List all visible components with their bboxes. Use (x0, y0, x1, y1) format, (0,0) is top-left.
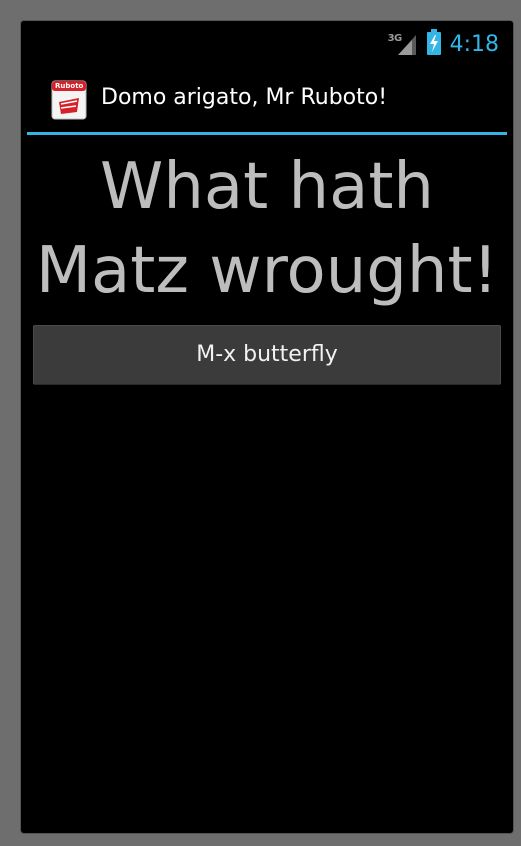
headline-text: What hath Matz wrought! (21, 145, 513, 313)
butterfly-button[interactable]: M-x butterfly (33, 325, 501, 385)
app-title: Domo arigato, Mr Ruboto! (101, 85, 388, 110)
app-icon-label: Ruboto (55, 82, 84, 90)
headline-line-2: Matz wrought! (35, 234, 499, 308)
action-bar: Ruboto Domo arigato, Mr Ruboto! (21, 65, 513, 131)
ruboto-app-icon[interactable]: Ruboto (51, 80, 87, 120)
signal-icon: 3G (388, 31, 418, 57)
device-screen: 3G 4:18 Ruboto Domo arigato, Mr Ruboto! … (21, 21, 513, 833)
emulator-frame: 3G 4:18 Ruboto Domo arigato, Mr Ruboto! … (0, 0, 521, 846)
action-bar-divider (27, 132, 507, 135)
status-icons: 3G 4:18 (388, 29, 499, 59)
headline-line-1: What hath (100, 150, 434, 224)
status-clock: 4:18 (449, 31, 499, 57)
status-bar: 3G 4:18 (21, 21, 513, 65)
battery-charging-icon (426, 29, 442, 59)
